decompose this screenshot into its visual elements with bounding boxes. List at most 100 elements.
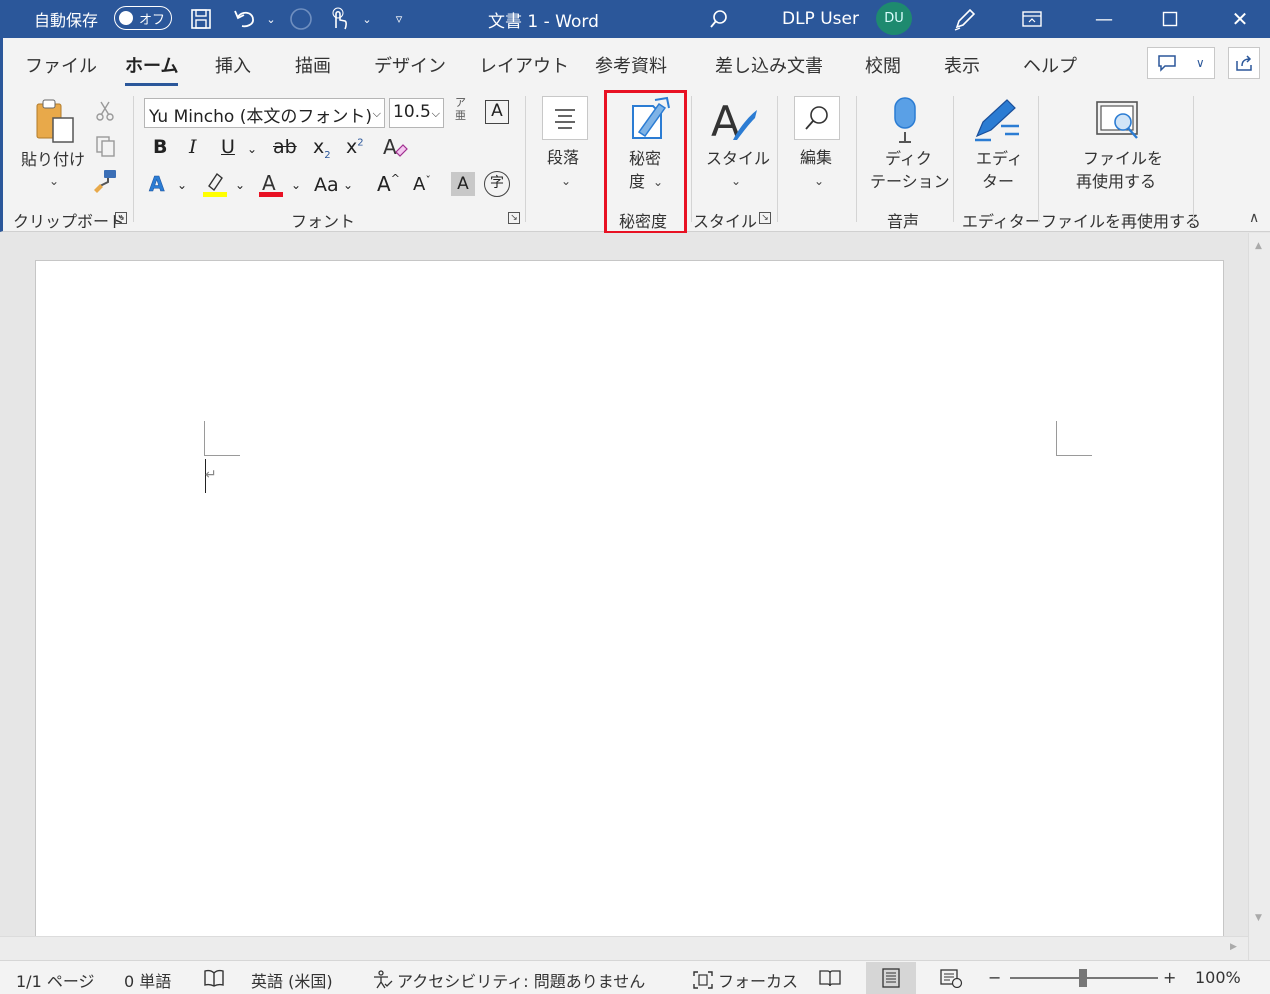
tab-design[interactable]: デザイン	[374, 52, 446, 78]
tab-help[interactable]: ヘルプ	[1023, 52, 1077, 78]
tab-references[interactable]: 参考資料	[595, 52, 667, 78]
change-case-button[interactable]: Aa	[314, 174, 339, 196]
tab-insert[interactable]: 挿入	[215, 52, 251, 78]
autosave-toggle[interactable]: オフ	[114, 6, 172, 30]
share-button[interactable]	[1228, 47, 1260, 79]
customize-qat-icon[interactable]: ▿	[384, 0, 414, 38]
editor-icon[interactable]	[971, 96, 1023, 148]
change-case-dropdown-icon[interactable]: ⌄	[343, 178, 353, 192]
tab-layout[interactable]: レイアウト	[479, 52, 569, 78]
bold-button[interactable]: B	[153, 136, 167, 158]
search-icon[interactable]	[704, 0, 734, 38]
collapse-ribbon-icon[interactable]: ∧	[1249, 210, 1259, 226]
tab-mailings[interactable]: 差し込み文書	[715, 52, 823, 78]
redo-icon[interactable]	[286, 0, 316, 38]
highlight-icon[interactable]	[203, 170, 229, 202]
tab-review[interactable]: 校閲	[865, 52, 901, 78]
strikethrough-button[interactable]: ab	[273, 136, 297, 158]
character-shading-button[interactable]: A	[451, 172, 475, 196]
tab-home[interactable]: ホーム	[125, 52, 179, 86]
italic-button[interactable]: I	[189, 136, 197, 158]
underline-dropdown-icon[interactable]: ⌄	[247, 142, 257, 156]
underline-button[interactable]: U	[221, 136, 235, 158]
copy-icon[interactable]	[94, 134, 118, 162]
accessibility-status[interactable]: アクセシビリティ: 問題ありません	[371, 968, 645, 992]
tab-draw[interactable]: 描画	[295, 52, 331, 78]
styles-launcher-icon[interactable]: ↘	[759, 212, 771, 224]
styles-icon[interactable]: A	[709, 97, 759, 148]
microphone-icon[interactable]	[889, 96, 921, 150]
subscript-button[interactable]: x2	[313, 136, 331, 161]
text-effects-button[interactable]: A	[149, 172, 165, 197]
scroll-down-icon[interactable]: ▼	[1255, 913, 1262, 923]
scroll-right-icon[interactable]: ▶	[1230, 942, 1237, 952]
touch-mode-icon[interactable]	[324, 0, 354, 38]
superscript-button[interactable]: x2	[346, 136, 364, 158]
zoom-out-button[interactable]: −	[988, 968, 1001, 987]
undo-dropdown-icon[interactable]: ⌄	[256, 0, 286, 38]
sensitivity-label-2[interactable]: 度	[629, 170, 645, 193]
user-name[interactable]: DLP User	[782, 0, 859, 38]
tab-view[interactable]: 表示	[944, 52, 980, 78]
font-name-select[interactable]: Yu Mincho (本文のフォント) ⌵	[144, 98, 385, 128]
vertical-scrollbar[interactable]: ▲ ▼	[1248, 233, 1270, 960]
clipboard-launcher-icon[interactable]: ↘	[115, 212, 127, 224]
pen-icon[interactable]	[950, 0, 980, 38]
language-status[interactable]: 英語 (米国)	[251, 968, 333, 992]
cut-icon[interactable]	[94, 100, 116, 126]
reuse-files-icon[interactable]	[1095, 98, 1143, 148]
zoom-level[interactable]: 100%	[1195, 968, 1241, 987]
web-layout-icon[interactable]	[939, 968, 963, 988]
paragraph-dropdown-icon[interactable]: ⌄	[561, 170, 571, 193]
enclose-characters-button[interactable]: 字	[484, 171, 510, 197]
editing-button[interactable]	[794, 96, 840, 140]
avatar[interactable]: DU	[876, 2, 912, 35]
zoom-slider-thumb[interactable]	[1079, 969, 1087, 987]
dictation-label-1[interactable]: ディク	[885, 147, 932, 170]
word-count[interactable]: 0 単語	[124, 968, 171, 992]
editing-dropdown-icon[interactable]: ⌄	[814, 170, 824, 193]
dictation-label-2[interactable]: テーション	[870, 170, 950, 193]
text-effects-dropdown-icon[interactable]: ⌄	[177, 178, 187, 192]
paste-dropdown-icon[interactable]: ⌄	[49, 170, 59, 193]
font-launcher-icon[interactable]: ↘	[508, 212, 520, 224]
sensitivity-icon[interactable]	[629, 96, 673, 146]
format-painter-icon[interactable]	[92, 168, 118, 198]
shrink-font-button[interactable]: Aˇ	[413, 174, 431, 195]
highlight-dropdown-icon[interactable]: ⌄	[235, 178, 245, 192]
paste-button[interactable]	[31, 98, 81, 152]
page-count[interactable]: 1/1 ページ	[16, 968, 95, 992]
editor-label-1[interactable]: エディ	[976, 147, 1023, 170]
horizontal-scrollbar[interactable]: ▶	[0, 936, 1248, 960]
reuse-files-label-1[interactable]: ファイルを	[1083, 147, 1163, 170]
close-icon[interactable]: ✕	[1220, 0, 1260, 38]
read-mode-icon[interactable]	[818, 968, 842, 988]
save-icon[interactable]	[186, 0, 216, 38]
clear-formatting-icon[interactable]: A	[381, 134, 409, 166]
chevron-down-icon: ∨	[1195, 56, 1205, 70]
print-layout-icon[interactable]	[880, 968, 902, 988]
ribbon-display-icon[interactable]	[1012, 0, 1052, 38]
document-page[interactable]: ↵	[35, 260, 1224, 960]
font-color-dropdown-icon[interactable]: ⌄	[291, 178, 301, 192]
tab-file[interactable]: ファイル	[25, 52, 97, 78]
paragraph-button[interactable]	[542, 96, 588, 140]
maximize-icon[interactable]	[1150, 0, 1190, 38]
zoom-in-button[interactable]: +	[1163, 968, 1176, 987]
comments-button[interactable]: ∨	[1147, 47, 1215, 79]
font-size-select[interactable]: 10.5 ⌵	[389, 98, 444, 128]
sensitivity-dropdown-icon[interactable]: ⌄	[653, 171, 663, 194]
touch-dropdown-icon[interactable]: ⌄	[352, 0, 382, 38]
grow-font-button[interactable]: A^	[377, 172, 400, 196]
proofing-icon[interactable]	[203, 968, 225, 988]
sensitivity-label-1[interactable]: 秘密	[629, 147, 661, 170]
clear-format-button[interactable]: A	[485, 100, 509, 124]
minimize-icon[interactable]: —	[1084, 0, 1124, 38]
phonetic-guide-button[interactable]: ア 亜	[455, 96, 466, 122]
reuse-files-label-2[interactable]: 再使用する	[1076, 170, 1156, 193]
scroll-up-icon[interactable]: ▲	[1255, 241, 1262, 251]
styles-dropdown-icon[interactable]: ⌄	[731, 170, 741, 193]
focus-button[interactable]: フォーカス	[692, 968, 798, 992]
font-color-icon[interactable]: A	[259, 170, 285, 202]
editor-label-2[interactable]: ター	[982, 170, 1014, 193]
